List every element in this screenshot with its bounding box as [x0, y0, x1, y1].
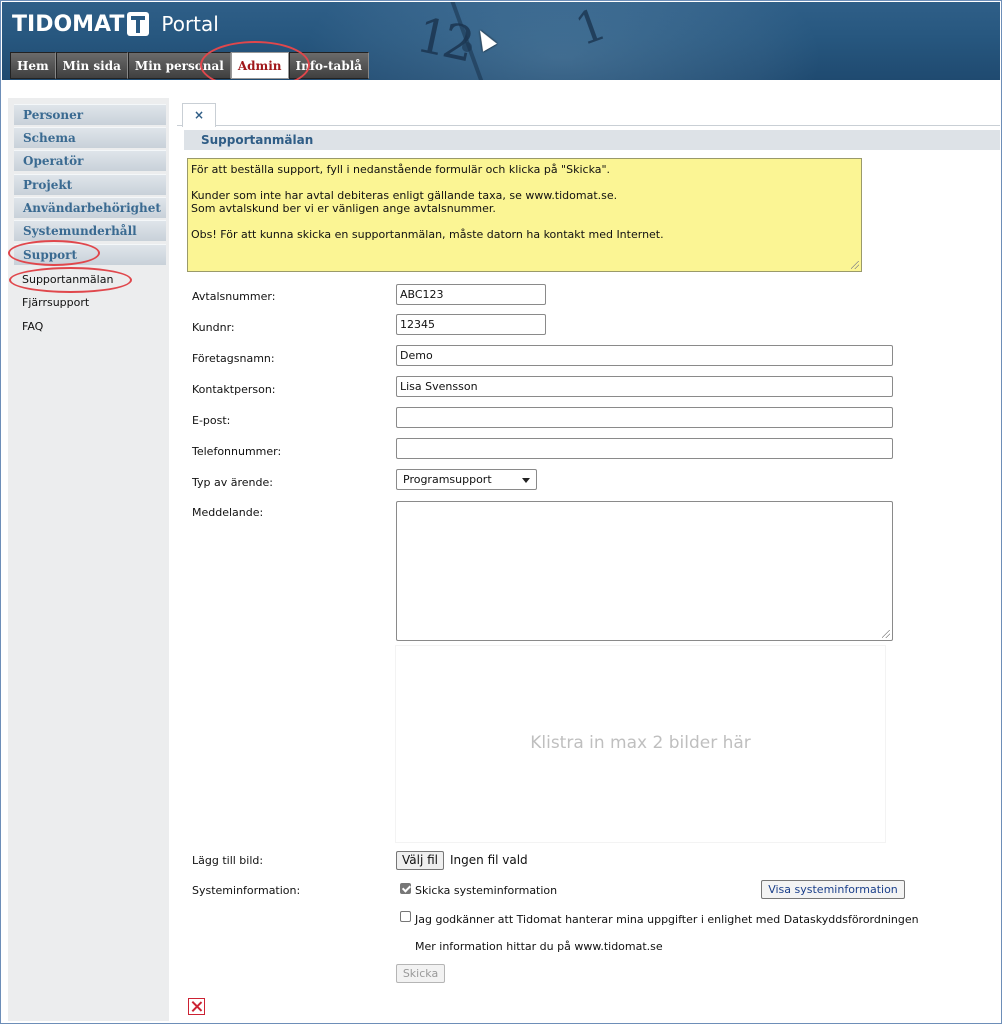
- send-sysinfo-checkbox[interactable]: [400, 883, 411, 894]
- content-tab-bar: ×: [177, 98, 1000, 127]
- case-type-label: Typ av ärende:: [192, 476, 273, 489]
- send-button[interactable]: Skicka: [396, 964, 445, 983]
- customer-number-input[interactable]: [396, 314, 546, 335]
- section-header: Supportanmälan: [184, 130, 1000, 150]
- tab-hem[interactable]: Hem: [10, 52, 56, 79]
- tidomat-logo-icon: [127, 12, 150, 36]
- agreement-number-input[interactable]: [396, 284, 546, 305]
- info-line: Kunder som inte har avtal debiteras enli…: [191, 189, 618, 202]
- info-textarea[interactable]: För att beställa support, fyll i nedanst…: [187, 158, 862, 272]
- gdpr-consent-label: Jag godkänner att Tidomat hanterar mina …: [415, 913, 919, 926]
- company-name-input[interactable]: [396, 345, 893, 366]
- tidomat-logo: TIDOMAT Portal: [12, 10, 219, 38]
- sidebar-item-support[interactable]: Support: [14, 244, 166, 265]
- show-sysinfo-button[interactable]: Visa systeminformation: [761, 880, 905, 899]
- tab-min-personal[interactable]: Min personal: [127, 52, 231, 79]
- case-type-select[interactable]: Programsupport: [396, 469, 537, 490]
- info-line: Obs! För att kunna skicka en supportanmä…: [191, 228, 664, 241]
- choose-file-button[interactable]: Välj fil: [396, 851, 444, 870]
- sidebar-item-operator[interactable]: Operatör: [14, 150, 166, 171]
- broken-image-icon: [188, 998, 205, 1015]
- section-title: Supportanmälan: [201, 133, 314, 147]
- agreement-label: Avtalsnummer:: [192, 290, 276, 303]
- sidebar-item-projekt[interactable]: Projekt: [14, 174, 166, 195]
- email-label: E-post:: [192, 414, 231, 427]
- contact-person-input[interactable]: [396, 376, 893, 397]
- phone-input[interactable]: [396, 438, 893, 459]
- customer-label: Kundnr:: [192, 321, 235, 334]
- info-line: Som avtalskund ber vi er vänligen ange a…: [191, 202, 496, 215]
- sidebar: Personer Schema Operatör Projekt Använda…: [8, 98, 169, 1021]
- tab-admin[interactable]: Admin: [230, 52, 289, 79]
- logo-text: TIDOMAT: [12, 11, 125, 37]
- contact-label: Kontaktperson:: [192, 383, 276, 396]
- add-image-label: Lägg till bild:: [192, 854, 264, 867]
- resize-grip-icon[interactable]: [851, 261, 859, 269]
- sidebar-subitem-fjarrsupport[interactable]: Fjärrsupport: [22, 296, 89, 309]
- sidebar-item-schema[interactable]: Schema: [14, 127, 166, 148]
- main-nav-tabs: Hem Min sida Min personal Admin Info-tab…: [10, 52, 370, 79]
- browser-frame: 12 1 TIDOMAT Portal Hem Min sida Min per…: [0, 0, 1002, 1024]
- sidebar-subitem-supportanmalan[interactable]: Supportanmälan: [22, 273, 113, 286]
- info-line: För att beställa support, fyll i nedanst…: [191, 163, 611, 176]
- tab-info-tabla[interactable]: Info-tablå: [288, 52, 370, 79]
- header-spacer: [2, 80, 1000, 98]
- email-input[interactable]: [396, 407, 893, 428]
- paste-placeholder: Klistra in max 2 bilder här: [530, 733, 751, 753]
- app-header: 12 1 TIDOMAT Portal Hem Min sida Min per…: [2, 2, 1000, 80]
- resize-grip-icon[interactable]: [882, 630, 890, 638]
- phone-label: Telefonnummer:: [192, 445, 282, 458]
- sysinfo-label: Systeminformation:: [192, 884, 301, 897]
- message-textarea[interactable]: [396, 501, 893, 641]
- message-label: Meddelande:: [192, 506, 264, 519]
- portal-label: Portal: [161, 12, 219, 36]
- no-file-text: Ingen fil vald: [450, 853, 528, 867]
- sidebar-item-systemunderhall[interactable]: Systemunderhåll: [14, 220, 166, 241]
- company-label: Företagsnamn:: [192, 352, 275, 365]
- chevron-down-icon: [522, 478, 530, 483]
- close-tab-button[interactable]: ×: [182, 103, 216, 127]
- case-type-selected: Programsupport: [403, 473, 492, 486]
- tab-min-sida[interactable]: Min sida: [55, 52, 128, 79]
- image-paste-area[interactable]: Klistra in max 2 bilder här: [396, 646, 885, 842]
- gdpr-consent-checkbox[interactable]: [400, 911, 411, 922]
- more-info-text: Mer information hittar du på www.tidomat…: [415, 940, 663, 953]
- send-sysinfo-label: Skicka systeminformation: [415, 884, 558, 897]
- sidebar-item-personer[interactable]: Personer: [14, 104, 166, 125]
- sidebar-subitem-faq[interactable]: FAQ: [22, 320, 43, 333]
- sidebar-item-anvandarbehorighet[interactable]: Användarbehörighet: [14, 197, 166, 218]
- main-content: × Supportanmälan För att beställa suppor…: [177, 98, 1000, 1021]
- clock-background: [302, 2, 822, 80]
